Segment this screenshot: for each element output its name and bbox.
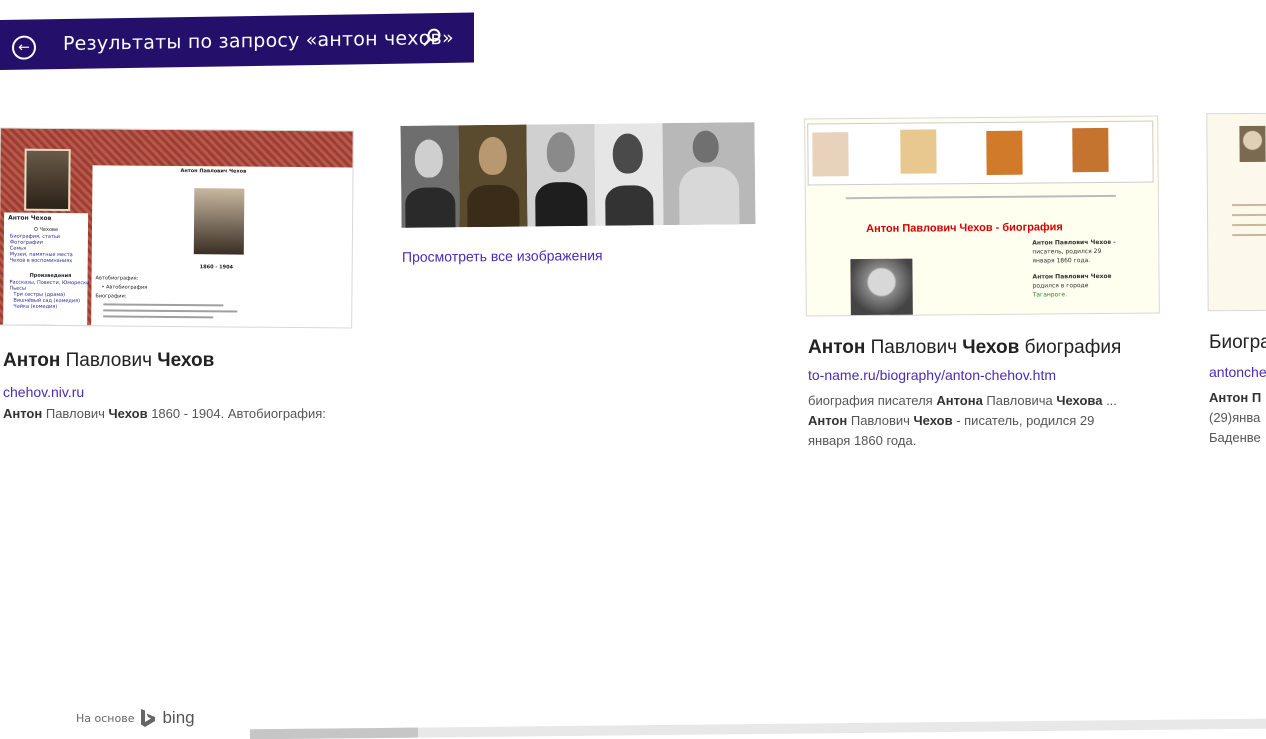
powered-by-bing: На основе bing	[76, 708, 195, 728]
result-thumbnail-antonchehov[interactable]	[1207, 113, 1266, 311]
snippet-text: 1860 - 1904. Автобиография:	[147, 406, 326, 421]
see-all-images-link[interactable]: Просмотреть все изображения	[402, 247, 603, 265]
thumb-heading: Антон Павлович Чехов	[180, 168, 247, 175]
snippet-line: Антон Павлович Чехов - писатель, родился…	[808, 411, 1117, 431]
result-partial: Биогра antonche Антон П (29)янва Баденве	[1209, 330, 1266, 460]
snippet-text: Павлович	[42, 406, 109, 421]
snippet-line: Баденве	[1209, 430, 1261, 445]
bing-logo-icon	[141, 709, 156, 727]
result-url[interactable]: to-name.ru/biography/anton-chehov.htm	[808, 367, 1056, 383]
result-url[interactable]: antonche	[1209, 364, 1266, 380]
thumb-name: Антон Чехов	[8, 214, 52, 222]
result-snippet: биография писателя Антона Павловича Чехо…	[808, 391, 1117, 451]
thumb-text-line: • Автобиография	[101, 284, 148, 291]
thumb-text-line-decor	[1232, 213, 1266, 217]
thumb-portrait-image	[850, 258, 913, 316]
title-bold: Чехов	[962, 337, 1020, 358]
thumb-text-line-decor	[103, 315, 214, 319]
thumb-text-line-decor	[103, 303, 224, 307]
snippet-bold: Антон	[3, 406, 43, 421]
thumb-text-line: Автобиография:	[95, 275, 139, 282]
thumb-bio-line: Антон Павлович Чехов -	[1032, 238, 1116, 247]
result-title[interactable]: Антон Павлович Чехов	[3, 350, 214, 372]
ad-banner	[807, 120, 1154, 186]
snippet-bold: Чехова	[1056, 393, 1103, 408]
thumb-bio-line: января 1860 года.	[1032, 257, 1091, 265]
snippet-bold: Антон	[808, 413, 848, 428]
thumb-years: 1860 - 1904	[199, 264, 234, 271]
sidebar-menu: Антон Чехов О Чехове Биография, статьи Ф…	[3, 212, 89, 326]
portrait-photo	[662, 122, 756, 226]
title-bold: Чехов	[157, 350, 215, 371]
title-bold: Антон	[3, 350, 61, 371]
powered-by-label: На основе	[76, 711, 135, 725]
snippet-line: биография писателя Антона Павловича Чехо…	[808, 391, 1117, 411]
result-snippet: Антон П (29)янва Баденве	[1209, 388, 1261, 448]
snippet-text: ...	[1102, 393, 1117, 408]
thumb-bio-line: Таганроге.	[1032, 291, 1068, 299]
thumb-works-item: Чайка (комедия)	[13, 303, 58, 310]
thumb-portrait-image	[1239, 125, 1266, 163]
result-url[interactable]: chehov.niv.ru	[3, 384, 84, 400]
horizontal-scrollbar[interactable]	[250, 718, 1266, 739]
snippet-text: Павловича	[982, 393, 1057, 408]
page-title: Результаты по запросу «антон чехов»	[63, 26, 454, 56]
snippet-text: Павлович	[847, 413, 914, 428]
result-title[interactable]: Антон Павлович Чехов биография	[808, 337, 1121, 359]
bing-brand: bing	[162, 708, 195, 727]
title-text: Павлович	[60, 350, 158, 371]
title-text: Павлович	[865, 337, 963, 358]
thumb-bio-line: Антон Павлович Чехов	[1032, 272, 1112, 281]
back-arrow-icon[interactable]: ←	[12, 35, 36, 60]
thumb-text-line: Биографии:	[95, 293, 127, 300]
thumb-text-line-decor	[1232, 233, 1266, 237]
snippet-bold: Антона	[936, 393, 983, 408]
result-title[interactable]: Биогра	[1209, 332, 1266, 354]
thumb-bio-line: родился в городе	[1032, 282, 1089, 290]
thumb-text-line-decor	[1232, 223, 1266, 227]
breadcrumb-line	[845, 194, 1116, 200]
thumb-bio-line: писатель, родился 29	[1032, 247, 1102, 256]
thumb-text-line-decor	[1231, 203, 1266, 207]
snippet-bold: Чехов	[913, 413, 953, 428]
result-thumbnail-chehov-niv[interactable]: Антон Чехов О Чехове Биография, статьи Ф…	[0, 128, 353, 328]
search-icon[interactable]	[422, 27, 442, 47]
title-bold: Антон	[808, 337, 866, 358]
snippet-bold: Чехов	[108, 406, 148, 421]
title-text: биография	[1019, 337, 1122, 358]
portrait-photo	[458, 124, 528, 228]
thumb-menu-title: О Чехове	[33, 226, 59, 233]
thumb-menu-item: Чехов в воспоминаниях	[9, 257, 73, 265]
thumb-text-line-decor	[103, 309, 238, 313]
header-bar: ← Результаты по запросу «антон чехов»	[0, 12, 474, 70]
image-strip[interactable]	[400, 122, 756, 228]
scrollbar-thumb[interactable]	[250, 727, 418, 739]
thumb-main-portrait	[193, 188, 245, 255]
thumb-heading: Антон Павлович Чехов - биография	[866, 221, 1063, 236]
snippet-line: января 1860 года.	[808, 433, 917, 448]
snippet-text: биография писателя	[808, 393, 937, 408]
snippet-line: (29)янва	[1209, 410, 1261, 425]
portrait-photo	[400, 125, 460, 228]
portrait-photo	[526, 123, 596, 227]
thumb-works-title: Произведения	[29, 272, 72, 280]
portrait-photo	[594, 123, 664, 226]
result-thumbnail-to-name[interactable]: Антон Павлович Чехов - биография Антон П…	[805, 116, 1159, 316]
snippet-line: Антон П	[1209, 390, 1262, 405]
snippet-text: - писатель, родился 29	[952, 413, 1095, 428]
thumb-portrait-image	[24, 148, 71, 212]
result-snippet: Антон Павлович Чехов 1860 - 1904. Автоби…	[3, 404, 326, 424]
